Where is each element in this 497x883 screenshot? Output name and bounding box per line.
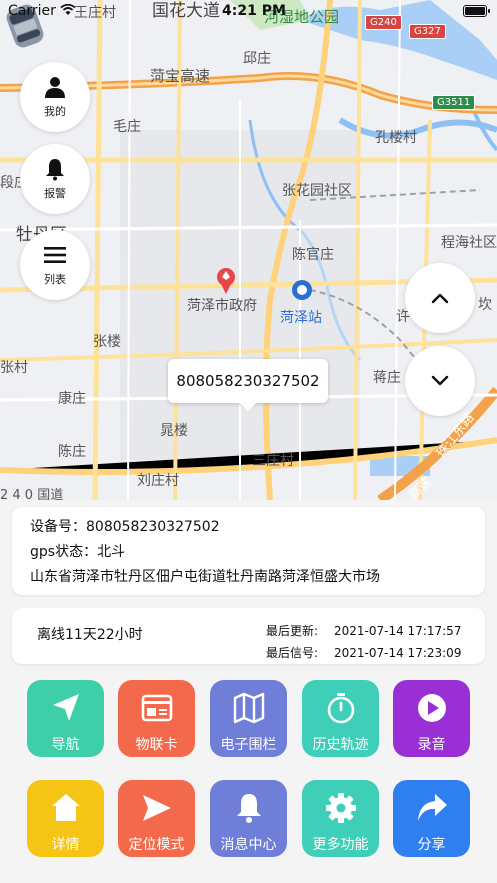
chevron-down-icon <box>431 375 449 386</box>
send-icon <box>142 795 171 821</box>
stopwatch-icon <box>327 693 354 724</box>
scroll-down-button[interactable] <box>405 346 475 416</box>
alarm-button[interactable]: 报警 <box>20 144 90 214</box>
map-label-chenzhuang: 陈庄 <box>58 444 86 460</box>
scroll-up-button[interactable] <box>405 263 475 333</box>
wifi-icon <box>60 4 76 15</box>
map-label-guodao: 2 4 0 国道 <box>0 488 64 500</box>
device-id-label: 设备号： <box>30 519 86 535</box>
shield-g327: G327 <box>409 24 446 39</box>
list-button-label: 列表 <box>44 273 66 286</box>
device-id-value: 808058230327502 <box>86 519 220 535</box>
message-center-button[interactable]: 消息中心 <box>210 780 287 857</box>
battery-icon <box>463 5 490 17</box>
history-track-button[interactable]: 历史轨迹 <box>302 680 379 757</box>
map-label-kangzhuang: 康庄 <box>58 391 86 407</box>
map-fence-icon <box>233 692 264 724</box>
bell-icon <box>236 794 261 823</box>
message-center-label: 消息中心 <box>220 837 277 853</box>
gps-status-label: gps状态： <box>30 544 98 560</box>
map-label-qiuzhuang: 邱庄 <box>243 51 271 67</box>
status-time: 4:21 PM <box>222 3 286 19</box>
mine-button[interactable]: 我的 <box>20 62 90 132</box>
map-label-zhangcun: 张村 <box>0 360 28 376</box>
device-info-card: 设备号：808058230327502 gps状态：北斗 山东省菏泽市牡丹区佃户… <box>12 507 485 595</box>
map-label-maozhuang: 毛庄 <box>113 119 141 135</box>
locate-mode-label: 定位模式 <box>128 837 185 853</box>
iot-card-button[interactable]: 物联卡 <box>118 680 195 757</box>
map-label-kan: 坎 <box>478 297 492 313</box>
list-icon <box>44 247 66 263</box>
map-label-liuzhuangcun: 刘庄村 <box>137 473 179 489</box>
list-button[interactable]: 列表 <box>20 230 90 300</box>
gps-status-row: gps状态：北斗 <box>30 540 467 565</box>
details-label: 详情 <box>51 837 80 853</box>
recording-button[interactable]: 录音 <box>393 680 470 757</box>
person-icon <box>45 77 65 98</box>
status-card: 离线11天22小时 最后更新: 2021-07-14 17:17:57 最后信号:… <box>12 608 485 664</box>
last-signal-label: 最后信号: <box>266 646 319 660</box>
gear-icon <box>325 793 356 823</box>
navigation-button[interactable]: 导航 <box>27 680 104 757</box>
recording-label: 录音 <box>417 737 446 753</box>
geofence-label: 电子围栏 <box>220 737 277 753</box>
share-button[interactable]: 分享 <box>393 780 470 857</box>
last-signal-value: 2021-07-14 17:23:09 <box>334 646 462 660</box>
map-label-huanglou: 晁楼 <box>160 423 188 439</box>
carrier-label: Carrier <box>8 3 56 19</box>
shield-g3511: G3511 <box>432 95 476 110</box>
map-label-kongloucun: 孔楼村 <box>375 130 417 146</box>
gps-status-value: 北斗 <box>97 544 126 560</box>
history-track-label: 历史轨迹 <box>312 737 369 753</box>
status-bar: Carrier 4:21 PM <box>0 0 497 24</box>
device-address: 山东省菏泽市牡丹区佃户屯街道牡丹南路菏泽恒盛大市场 <box>30 569 380 585</box>
last-update-value: 2021-07-14 17:17:57 <box>334 624 462 638</box>
mine-button-label: 我的 <box>44 105 66 118</box>
sim-card-icon <box>141 694 172 722</box>
map-label-zhangxianyuan: 张花园社区 <box>282 183 352 199</box>
share-label: 分享 <box>417 837 446 853</box>
more-features-button[interactable]: 更多功能 <box>302 780 379 857</box>
navigation-arrow-icon <box>52 694 79 721</box>
bell-icon <box>46 159 64 181</box>
device-id-row: 设备号：808058230327502 <box>30 515 467 540</box>
map-label-hebao: 菏宝高速 <box>150 67 211 85</box>
map-label-government: 菏泽市政府 <box>187 298 257 314</box>
map-label-jiangzhuang: 蒋庄 <box>373 370 401 386</box>
share-icon <box>417 794 447 821</box>
more-features-label: 更多功能 <box>312 837 369 853</box>
record-play-icon <box>417 694 446 722</box>
map-label-chenghai: 程海社区 <box>441 235 497 251</box>
navigation-label: 导航 <box>51 737 80 753</box>
chevron-up-icon <box>431 293 449 304</box>
details-button[interactable]: 详情 <box>27 780 104 857</box>
map-label-chenguanzhuang: 陈官庄 <box>292 247 334 263</box>
alarm-button-label: 报警 <box>44 187 66 200</box>
offline-duration: 离线11天22小时 <box>37 627 143 643</box>
last-update-label: 最后更新: <box>266 624 319 638</box>
home-icon <box>51 794 80 821</box>
geofence-button[interactable]: 电子围栏 <box>210 680 287 757</box>
map-label-zhanglou: 张楼 <box>93 334 121 350</box>
map-label-xiaozhuangcun: 三庄村 <box>252 453 294 469</box>
map-label-heze-station: 菏泽站 <box>280 310 322 326</box>
locate-mode-button[interactable]: 定位模式 <box>118 780 195 857</box>
device-callout[interactable]: 808058230327502 <box>168 359 328 411</box>
iot-card-label: 物联卡 <box>135 737 178 753</box>
timestamps: 最后更新: 2021-07-14 17:17:57 最后信号: 2021-07-14… <box>266 620 461 664</box>
